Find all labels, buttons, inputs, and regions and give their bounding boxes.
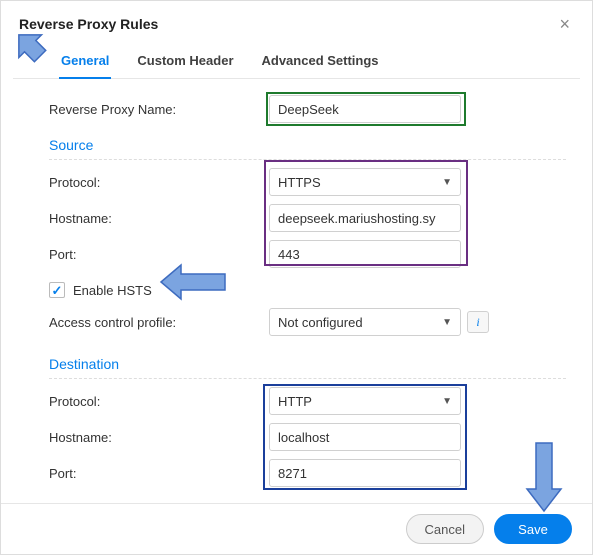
caret-down-icon: ▼ [442,317,452,328]
dialog-body: Reverse Proxy Name: Source Protocol: HTT… [1,79,592,489]
acp-select[interactable]: Not configured ▼ [269,308,461,336]
src-protocol-label: Protocol: [49,175,269,190]
tabs: General Custom Header Advanced Settings [13,41,580,79]
src-protocol-value: HTTPS [278,175,321,190]
name-field[interactable] [269,95,461,123]
reverse-proxy-dialog: Reverse Proxy Rules × General Custom Hea… [0,0,593,555]
row-dst-port: Port: [49,457,566,489]
row-name: Reverse Proxy Name: [49,93,566,125]
row-src-protocol: Protocol: HTTPS ▼ [49,166,566,198]
dst-port-field[interactable] [269,459,461,487]
tab-general[interactable]: General [61,53,109,78]
enable-hsts-checkbox[interactable] [49,282,65,298]
dst-protocol-label: Protocol: [49,394,269,409]
divider [49,378,566,379]
row-src-hostname: Hostname: [49,202,566,234]
acp-label: Access control profile: [49,315,269,330]
dialog-title: Reverse Proxy Rules [19,16,158,32]
caret-down-icon: ▼ [442,177,452,188]
info-icon[interactable]: i [467,311,489,333]
row-src-port: Port: [49,238,566,270]
dst-protocol-value: HTTP [278,394,312,409]
src-hostname-label: Hostname: [49,211,269,226]
dst-port-label: Port: [49,466,269,481]
save-button[interactable]: Save [494,514,572,544]
row-access-control: Access control profile: Not configured ▼… [49,306,566,338]
cancel-button[interactable]: Cancel [406,514,484,544]
row-enable-hsts: Enable HSTS [49,274,566,306]
titlebar: Reverse Proxy Rules × [1,1,592,41]
caret-down-icon: ▼ [442,396,452,407]
tab-advanced-settings[interactable]: Advanced Settings [262,53,379,78]
src-port-label: Port: [49,247,269,262]
src-hostname-field[interactable] [269,204,461,232]
tab-custom-header[interactable]: Custom Header [137,53,233,78]
dst-hostname-field[interactable] [269,423,461,451]
name-label: Reverse Proxy Name: [49,102,269,117]
destination-section-title: Destination [49,348,566,376]
row-dst-protocol: Protocol: HTTP ▼ [49,385,566,417]
row-dst-hostname: Hostname: [49,421,566,453]
close-icon[interactable]: × [555,13,574,35]
acp-value: Not configured [278,315,363,330]
enable-hsts-label: Enable HSTS [73,283,152,298]
dst-protocol-select[interactable]: HTTP ▼ [269,387,461,415]
dst-hostname-label: Hostname: [49,430,269,445]
source-section-title: Source [49,129,566,157]
src-port-field[interactable] [269,240,461,268]
src-protocol-select[interactable]: HTTPS ▼ [269,168,461,196]
dialog-footer: Cancel Save [1,503,592,554]
divider [49,159,566,160]
